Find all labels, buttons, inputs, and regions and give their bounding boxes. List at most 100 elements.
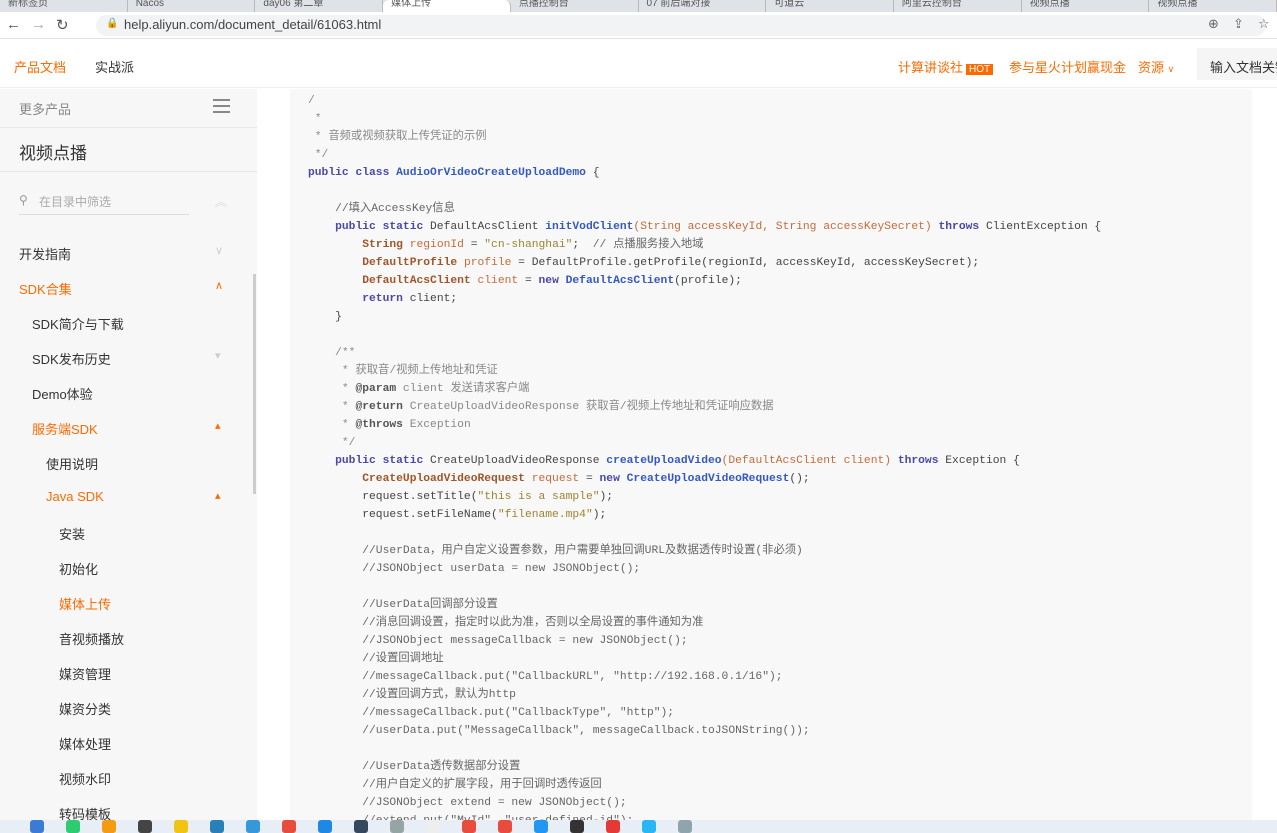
share-icon[interactable]: ⇪ bbox=[1233, 16, 1244, 32]
browser-tab[interactable]: 媒体上传 bbox=[383, 0, 511, 12]
browser-tab[interactable]: 新标签页 bbox=[0, 0, 128, 12]
sidebar-item[interactable]: 媒体上传 bbox=[59, 594, 111, 613]
taskbar-app-icon[interactable] bbox=[678, 820, 692, 833]
code-token: ; bbox=[572, 239, 593, 251]
url-input[interactable]: 🔒 help.aliyun.com/document_detail/61063.h… bbox=[96, 15, 1266, 36]
code-token: CreateUploadVideoResponse 获取音/视频上传地址和凭证响… bbox=[402, 401, 774, 413]
taskbar-app-icon[interactable] bbox=[390, 820, 404, 833]
code-token: CreateUploadVideoResponse bbox=[430, 455, 607, 467]
sidebar-item[interactable]: 服务端SDK bbox=[32, 419, 98, 438]
sidebar-item[interactable]: SDK合集 bbox=[19, 279, 72, 298]
bookmark-star-icon[interactable]: ☆ bbox=[1258, 16, 1270, 32]
taskbar-app-icon[interactable] bbox=[102, 820, 116, 833]
sidebar-item[interactable]: 开发指南 bbox=[19, 244, 71, 263]
browser-tab[interactable]: 阿里云控制台 bbox=[894, 0, 1022, 12]
collapse-all-icon[interactable]: ︽ bbox=[215, 193, 227, 210]
more-products[interactable]: 更多产品 bbox=[19, 99, 71, 118]
code-token: initVodClient bbox=[545, 221, 634, 233]
sidebar-item[interactable]: 媒资管理 bbox=[59, 664, 111, 683]
sidebar-scrollbar[interactable] bbox=[253, 274, 256, 494]
reload-icon[interactable]: ↻ bbox=[56, 16, 69, 34]
plan-link[interactable]: 参与星火计划赢现金 bbox=[1009, 57, 1126, 76]
sidebar-item[interactable]: SDK简介与下载 bbox=[32, 314, 124, 333]
taskbar-app-icon[interactable] bbox=[606, 820, 620, 833]
code-token: request.setFileName( bbox=[308, 509, 498, 521]
code-line: //用户自定义的扩展字段，用于回调时透传返回 bbox=[308, 776, 1252, 794]
code-token: * bbox=[308, 383, 356, 395]
code-line: request.setTitle("this is a sample"); bbox=[308, 488, 1252, 506]
code-token: AudioOrVideoCreateUploadDemo bbox=[396, 167, 586, 179]
browser-tab[interactable]: 视频点播 bbox=[1022, 0, 1150, 12]
code-token: Exception { bbox=[945, 455, 1020, 467]
back-icon[interactable]: ← bbox=[6, 16, 21, 33]
chevron-up-icon[interactable]: ∧ bbox=[215, 279, 223, 292]
taskbar-app-icon[interactable] bbox=[498, 820, 512, 833]
promo-label: 计算讲谈社 bbox=[898, 60, 964, 75]
forward-icon[interactable]: → bbox=[31, 16, 46, 33]
chevron-up-icon[interactable]: ▴ bbox=[215, 419, 221, 432]
taskbar-app-icon[interactable] bbox=[66, 820, 80, 833]
taskbar-app-icon[interactable] bbox=[282, 820, 296, 833]
resources-menu[interactable]: 资源 ∨ bbox=[1138, 57, 1174, 76]
sidebar-item[interactable]: 转码模板 bbox=[59, 804, 111, 820]
taskbar-app-icon[interactable] bbox=[174, 820, 188, 833]
chevron-down-icon[interactable]: ∨ bbox=[215, 244, 223, 257]
code-line: * 音频或视频获取上传凭证的示例 bbox=[308, 128, 1252, 146]
taskbar-app-icon[interactable] bbox=[318, 820, 332, 833]
taskbar-app-icon[interactable] bbox=[462, 820, 476, 833]
taskbar-app-icon[interactable] bbox=[210, 820, 224, 833]
code-line: / bbox=[308, 92, 1252, 110]
sidebar-item[interactable]: Java SDK bbox=[46, 489, 104, 504]
code-token: //填入AccessKey信息 bbox=[308, 203, 455, 215]
sidebar-item[interactable]: 媒体处理 bbox=[59, 734, 111, 753]
sidebar-item[interactable]: Demo体验 bbox=[32, 384, 93, 403]
sidebar-item[interactable]: SDK发布历史 bbox=[32, 349, 111, 368]
taskbar-app-icon[interactable] bbox=[642, 820, 656, 833]
code-token: public class bbox=[308, 167, 397, 179]
taskbar-app-icon[interactable] bbox=[570, 820, 584, 833]
code-line: //JSONObject userData = new JSONObject()… bbox=[308, 560, 1252, 578]
code-line: request.setFileName("filename.mp4"); bbox=[308, 506, 1252, 524]
doc-search-input[interactable]: 输入文档关键字 bbox=[1197, 48, 1277, 80]
browser-tab[interactable]: Nacos bbox=[128, 0, 256, 12]
promo-link[interactable]: 计算讲谈社 HOT bbox=[898, 57, 994, 76]
code-token: Exception bbox=[402, 419, 471, 431]
menu-icon[interactable] bbox=[213, 99, 230, 113]
sidebar-item[interactable]: 使用说明 bbox=[46, 454, 98, 473]
code-line: //消息回调设置，指定时以此为准，否则以全局设置的事件通知为准 bbox=[308, 614, 1252, 632]
browser-tab[interactable]: 07 前后端对接 bbox=[639, 0, 767, 12]
code-token: public static bbox=[308, 221, 431, 233]
code-line: * @throws Exception bbox=[308, 416, 1252, 434]
chevron-up-icon[interactable]: ▴ bbox=[215, 489, 221, 502]
code-token: @throws bbox=[355, 419, 403, 431]
browser-tab[interactable]: 视频点播 bbox=[1149, 0, 1277, 12]
browser-tab[interactable]: day06 第二章 bbox=[255, 0, 384, 12]
url-text: help.aliyun.com/document_detail/61063.ht… bbox=[124, 17, 382, 32]
sidebar-item[interactable]: 初始化 bbox=[59, 559, 98, 578]
taskbar-app-icon[interactable] bbox=[354, 820, 368, 833]
taskbar-app-icon[interactable] bbox=[30, 820, 44, 833]
sidebar-item[interactable]: 视频水印 bbox=[59, 769, 111, 788]
taskbar-app-icon[interactable] bbox=[246, 820, 260, 833]
code-token: //JSONObject messageCallback = new JSONO… bbox=[308, 635, 688, 647]
sidebar-item[interactable]: 媒资分类 bbox=[59, 699, 111, 718]
sidebar-item[interactable]: 音视频播放 bbox=[59, 629, 124, 648]
taskbar-app-icon[interactable] bbox=[138, 820, 152, 833]
browser-tab[interactable]: 点播控制台 bbox=[511, 0, 639, 12]
code-token: / bbox=[308, 95, 315, 107]
toc-filter-input[interactable]: ⚲ 在目录中筛选 bbox=[19, 193, 189, 215]
divider bbox=[0, 171, 257, 172]
chevron-down-icon[interactable]: ▾ bbox=[215, 349, 221, 362]
code-token: createUploadVideo bbox=[606, 455, 722, 467]
sidebar-item[interactable]: 安装 bbox=[59, 524, 85, 543]
code-token: CreateUploadVideoRequest bbox=[626, 473, 790, 485]
taskbar-app-icon[interactable] bbox=[426, 820, 440, 833]
nav-practice[interactable]: 实战派 bbox=[95, 57, 134, 76]
code-token: public static bbox=[308, 455, 431, 467]
code-line: * 获取音/视频上传地址和凭证 bbox=[308, 362, 1252, 380]
nav-product-docs[interactable]: 产品文档 bbox=[14, 57, 66, 76]
code-line: * bbox=[308, 110, 1252, 128]
zoom-icon[interactable]: ⊕ bbox=[1208, 16, 1219, 32]
browser-tab[interactable]: 可道云 bbox=[766, 0, 894, 12]
taskbar-app-icon[interactable] bbox=[534, 820, 548, 833]
